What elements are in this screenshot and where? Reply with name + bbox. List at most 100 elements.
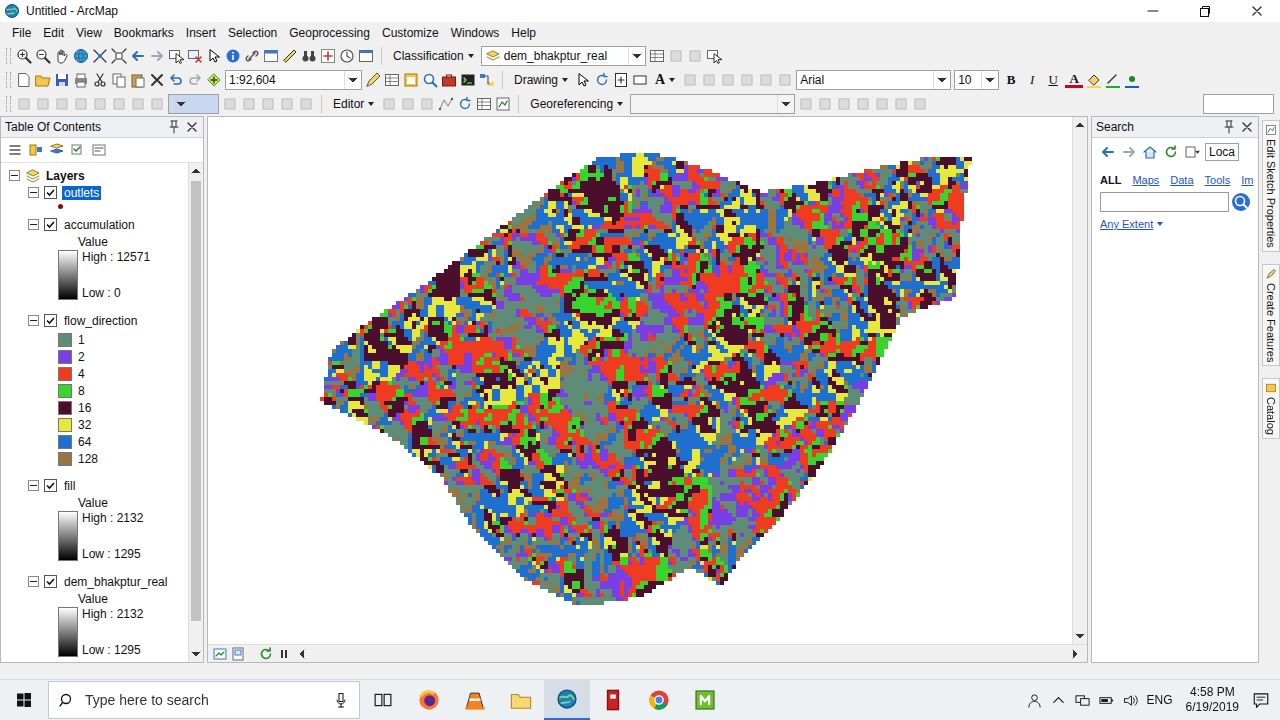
fixed-zoom-out-icon[interactable] bbox=[111, 48, 127, 64]
fixed-zoom-in-icon[interactable] bbox=[92, 48, 108, 64]
mic-icon[interactable] bbox=[333, 692, 349, 708]
georeferencing-button[interactable]: Georeferencing bbox=[526, 96, 627, 112]
rotate-icon[interactable] bbox=[594, 72, 610, 88]
options-icon[interactable] bbox=[91, 142, 107, 158]
menu-item[interactable]: Geoprocessing bbox=[283, 24, 376, 42]
marker-icon[interactable] bbox=[1124, 72, 1140, 88]
menu-item[interactable]: Customize bbox=[376, 24, 445, 42]
greyed-icon[interactable] bbox=[111, 96, 127, 112]
sketch-props-icon[interactable] bbox=[495, 96, 511, 112]
forward-icon[interactable] bbox=[149, 48, 165, 64]
table-icon[interactable] bbox=[649, 48, 665, 64]
minimize-icon[interactable] bbox=[1145, 3, 1161, 19]
close-icon[interactable] bbox=[184, 119, 200, 135]
greyed-icon[interactable] bbox=[260, 96, 276, 112]
globe-icon[interactable] bbox=[73, 48, 89, 64]
zoom-out-icon[interactable] bbox=[35, 48, 51, 64]
clock[interactable]: 4:58 PM6/19/2019 bbox=[1182, 685, 1243, 715]
maximize-icon[interactable] bbox=[1197, 3, 1213, 19]
georef-field[interactable] bbox=[1203, 94, 1274, 114]
html-popup-icon[interactable] bbox=[263, 48, 279, 64]
expand-toggle[interactable] bbox=[28, 187, 39, 198]
greyed-icon[interactable] bbox=[893, 96, 909, 112]
new-doc-icon[interactable] bbox=[16, 72, 32, 88]
task-view-button[interactable] bbox=[360, 680, 406, 720]
zoom-page-icon[interactable] bbox=[613, 72, 629, 88]
greyed-icon[interactable] bbox=[92, 96, 108, 112]
layer-checkbox[interactable] bbox=[44, 218, 57, 231]
goto-xy-icon[interactable] bbox=[320, 48, 336, 64]
zoom-in-icon[interactable] bbox=[16, 48, 32, 64]
chevron-up-icon[interactable] bbox=[1051, 693, 1066, 708]
info-icon[interactable] bbox=[225, 48, 241, 64]
save-icon[interactable] bbox=[54, 72, 70, 88]
bold-button[interactable]: B bbox=[1002, 72, 1020, 88]
pin-icon[interactable] bbox=[1221, 119, 1237, 135]
drawing-button[interactable]: Drawing bbox=[510, 72, 572, 88]
select-icon[interactable] bbox=[168, 48, 184, 64]
green-app-icon[interactable] bbox=[694, 689, 716, 711]
pointer-icon[interactable] bbox=[206, 48, 222, 64]
search-tab[interactable]: Im bbox=[1241, 174, 1253, 186]
toolbox-icon[interactable] bbox=[441, 72, 457, 88]
layer-name[interactable]: accumulation bbox=[62, 218, 137, 232]
model-icon[interactable] bbox=[479, 72, 495, 88]
greyed-icon[interactable] bbox=[279, 96, 295, 112]
greyed-icon[interactable] bbox=[912, 96, 928, 112]
dropdown-list-icon[interactable] bbox=[1184, 144, 1200, 160]
windows-logo-icon[interactable] bbox=[16, 692, 32, 708]
expand-toggle[interactable] bbox=[28, 480, 39, 491]
table-icon[interactable] bbox=[476, 96, 492, 112]
greyed-icon[interactable] bbox=[682, 72, 698, 88]
search-input[interactable] bbox=[1100, 192, 1229, 212]
menu-item[interactable]: Help bbox=[505, 24, 542, 42]
chrome-icon[interactable] bbox=[648, 689, 670, 711]
time-slider-icon[interactable] bbox=[339, 48, 355, 64]
flow-direction-raster[interactable] bbox=[208, 117, 1072, 642]
greyed-icon[interactable] bbox=[54, 96, 70, 112]
legend-class[interactable]: 2 bbox=[58, 348, 188, 365]
layer-name[interactable]: dem_bhakptur_real bbox=[62, 575, 169, 589]
legend-class[interactable]: 128 bbox=[58, 450, 188, 467]
home-icon[interactable] bbox=[1142, 144, 1158, 160]
layer-checkbox[interactable] bbox=[44, 186, 57, 199]
taskbar-app[interactable] bbox=[590, 680, 636, 720]
line-color-icon[interactable] bbox=[1105, 72, 1121, 88]
greyed-icon[interactable] bbox=[149, 96, 165, 112]
back-icon[interactable] bbox=[1100, 144, 1116, 160]
forward-icon[interactable] bbox=[1121, 144, 1137, 160]
legend-class[interactable]: 4 bbox=[58, 365, 188, 382]
find-icon[interactable] bbox=[301, 48, 317, 64]
taskbar-search[interactable]: Type here to search bbox=[48, 681, 360, 719]
pointer-icon[interactable] bbox=[575, 72, 591, 88]
catalog-icon[interactable] bbox=[403, 72, 419, 88]
network-icon[interactable] bbox=[1075, 693, 1090, 708]
layer-checkbox[interactable] bbox=[44, 479, 57, 492]
arrow-right-icon[interactable] bbox=[1067, 646, 1083, 662]
search-button[interactable] bbox=[1232, 193, 1250, 211]
editor-toolbar-icon[interactable] bbox=[365, 72, 381, 88]
text-tool-button[interactable]: A bbox=[651, 71, 679, 89]
greyed-icon[interactable] bbox=[130, 96, 146, 112]
arrow-down-icon[interactable] bbox=[1072, 628, 1088, 644]
select-icon[interactable] bbox=[706, 48, 722, 64]
restore-button[interactable] bbox=[1182, 0, 1228, 22]
copy-icon[interactable] bbox=[111, 72, 127, 88]
menu-item[interactable]: Bookmarks bbox=[108, 24, 180, 42]
georef-layer-dropdown[interactable] bbox=[630, 94, 795, 114]
data-view-icon[interactable] bbox=[212, 646, 228, 662]
refresh-icon[interactable] bbox=[1163, 144, 1179, 160]
paste-icon[interactable] bbox=[130, 72, 146, 88]
greyed-icon[interactable] bbox=[687, 48, 703, 64]
volume-icon[interactable] bbox=[1123, 693, 1138, 708]
expand-toggle[interactable] bbox=[28, 576, 39, 587]
greyed-icon[interactable] bbox=[798, 96, 814, 112]
taskbar-app[interactable] bbox=[498, 680, 544, 720]
greyed-icon[interactable] bbox=[701, 72, 717, 88]
search-tab[interactable]: Data bbox=[1170, 174, 1193, 186]
legend-class[interactable]: 64 bbox=[58, 433, 188, 450]
menu-item[interactable]: View bbox=[70, 24, 108, 42]
legend-class[interactable]: 32 bbox=[58, 416, 188, 433]
legend-class[interactable]: 8 bbox=[58, 382, 188, 399]
font-size-dropdown[interactable]: 10 bbox=[954, 70, 999, 90]
